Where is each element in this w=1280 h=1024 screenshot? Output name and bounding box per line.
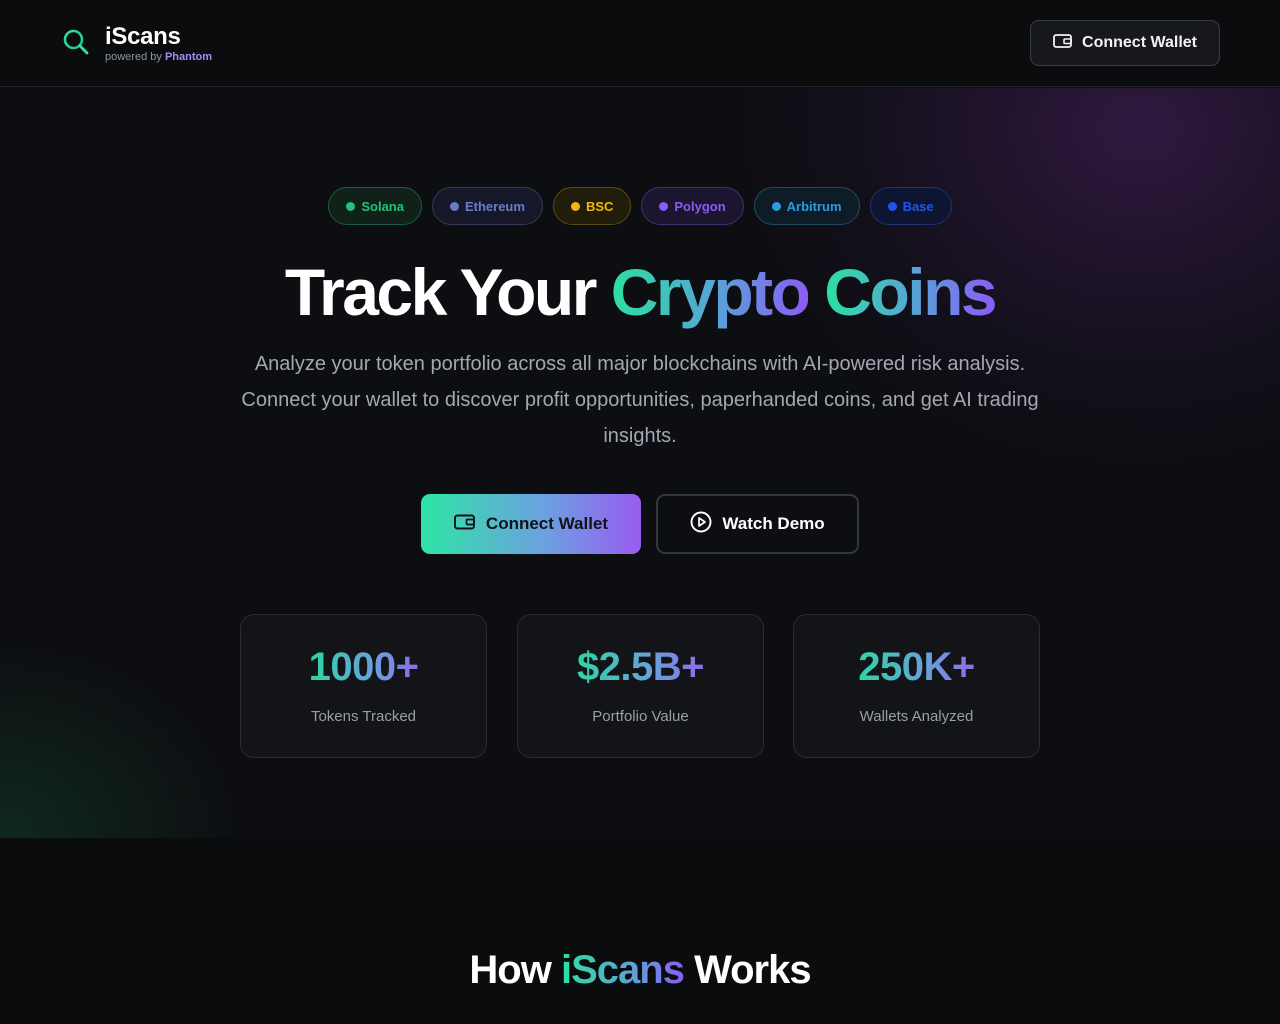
chain-label: Solana — [361, 198, 404, 214]
play-circle-icon — [690, 511, 712, 538]
chain-chip-bsc[interactable]: BSC — [552, 187, 632, 225]
stat-value: 250K+ — [858, 645, 975, 689]
powered-by-label: powered by — [105, 51, 162, 63]
stat-value: $2.5B+ — [576, 645, 705, 689]
chain-chip-arbitrum[interactable]: Arbitrum — [753, 187, 860, 225]
chain-chips: Solana Ethereum BSC Polygon Arbitrum Bas… — [0, 187, 1280, 225]
chain-label: Ethereum — [464, 198, 525, 214]
chain-chip-ethereum[interactable]: Ethereum — [431, 187, 543, 225]
how-it-works-title: How iScans Works — [0, 942, 1280, 998]
how-suffix: Works — [694, 948, 812, 992]
hero-description: Analyze your token portfolio across all … — [241, 353, 1039, 447]
stat-card-wallets: 250K+ Wallets Analyzed — [793, 614, 1040, 758]
stat-card-tokens: 1000+ Tokens Tracked — [240, 614, 487, 758]
chain-chip-base[interactable]: Base — [869, 187, 952, 225]
page: iScans powered by Phantom Connect Wallet… — [0, 0, 1280, 1024]
stat-label: Tokens Tracked — [310, 708, 417, 725]
logo[interactable]: iScans powered by Phantom — [62, 24, 212, 64]
stat-value: 1000+ — [308, 645, 419, 689]
chain-dot — [570, 201, 580, 211]
brand-name: iScans — [105, 23, 181, 50]
watch-demo-label: Watch Demo — [722, 514, 825, 533]
stat-label: Wallets Analyzed — [859, 708, 974, 725]
connect-wallet-button[interactable]: Connect Wallet — [421, 494, 641, 554]
chain-dot — [659, 201, 669, 211]
chain-dot — [449, 201, 459, 211]
chain-dot — [887, 201, 897, 211]
chain-label: Base — [902, 198, 934, 214]
chain-chip-polygon[interactable]: Polygon — [641, 187, 744, 225]
watch-demo-button[interactable]: Watch Demo — [656, 494, 859, 554]
powered-by-brand: Phantom — [164, 51, 212, 63]
wallet-icon — [453, 514, 476, 535]
chain-chip-solana[interactable]: Solana — [328, 187, 422, 225]
chain-label: Arbitrum — [786, 198, 842, 214]
hero-title-plain: Track Your — [284, 255, 598, 329]
chain-label: BSC — [585, 198, 614, 214]
chain-dot — [771, 201, 781, 211]
header-connect-wallet-label: Connect Wallet — [1082, 34, 1197, 51]
header-connect-wallet-button[interactable]: Connect Wallet — [1030, 20, 1220, 66]
stat-card-portfolio: $2.5B+ Portfolio Value — [517, 614, 764, 758]
stat-label: Portfolio Value — [592, 708, 689, 725]
search-icon — [62, 28, 90, 56]
chain-label: Polygon — [674, 198, 726, 214]
how-brand: iScans — [560, 948, 685, 992]
site-header: iScans powered by Phantom Connect Wallet — [0, 0, 1280, 87]
wallet-icon — [1053, 33, 1073, 54]
hero-title: Track Your Crypto Coins — [0, 252, 1280, 332]
how-prefix: How — [469, 948, 551, 992]
hero-title-gradient-2: Coins — [824, 255, 997, 329]
connect-wallet-label: Connect Wallet — [485, 514, 609, 533]
chain-dot — [346, 201, 356, 211]
powered-by: powered by Phantom — [105, 50, 212, 64]
hero-title-gradient-1: Crypto — [610, 255, 811, 329]
